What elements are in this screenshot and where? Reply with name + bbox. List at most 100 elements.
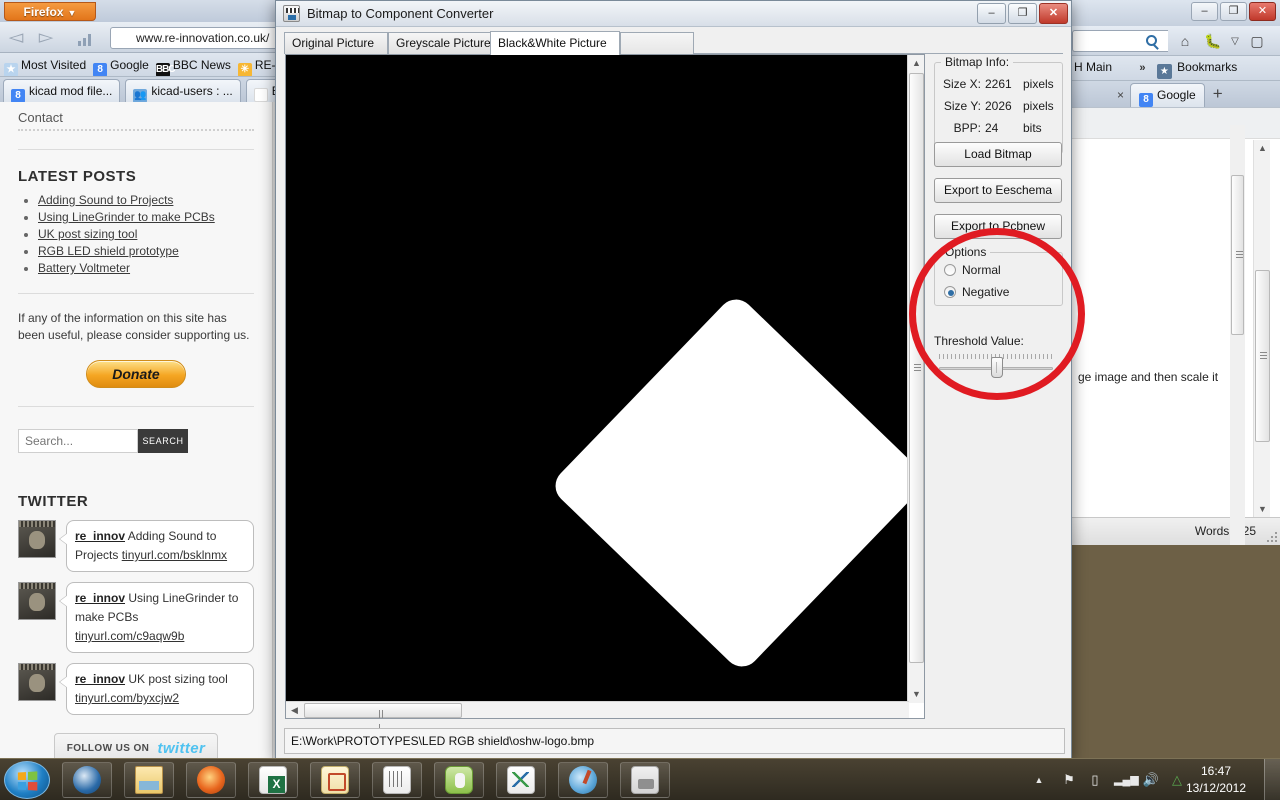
scroll-down-icon[interactable]: ▼ xyxy=(908,686,925,703)
load-bitmap-button[interactable]: Load Bitmap xyxy=(934,142,1062,167)
tweet-user[interactable]: re_innov xyxy=(75,591,125,605)
preview-horizontal-scrollbar[interactable]: ◀ xyxy=(286,701,909,732)
list-item[interactable]: Battery Voltmeter xyxy=(38,261,254,275)
radio-negative[interactable]: Negative xyxy=(944,285,1009,299)
network-icon[interactable]: ▂▄▆ xyxy=(1114,772,1139,788)
export-to-eeschema-button[interactable]: Export to Eeschema xyxy=(934,178,1062,203)
scroll-left-icon[interactable]: ◀ xyxy=(286,702,303,719)
scroll-up-icon[interactable]: ▲ xyxy=(908,55,925,72)
scroll-up-icon[interactable]: ▲ xyxy=(1254,140,1271,157)
scrollbar-thumb[interactable] xyxy=(909,73,924,663)
bookmark-google[interactable]: 8 Google xyxy=(93,56,149,76)
post-link[interactable]: Adding Sound to Projects xyxy=(38,193,173,207)
post-link[interactable]: Battery Voltmeter xyxy=(38,261,130,275)
post-link[interactable]: RGB LED shield prototype xyxy=(38,244,179,258)
tab-original-picture[interactable]: Original Picture xyxy=(284,32,388,54)
tab-black-white-picture[interactable]: Black&White Picture xyxy=(490,31,620,55)
taskbar-item-eeschema[interactable] xyxy=(372,762,422,798)
divider xyxy=(18,129,254,131)
search-icon[interactable] xyxy=(1146,35,1157,46)
tab-kicad-mod-file[interactable]: 8 kicad mod file... xyxy=(3,79,121,102)
new-tab-button[interactable]: + xyxy=(1205,82,1231,106)
nav-contact-link[interactable]: Contact xyxy=(18,102,254,125)
taskbar-item-windows-explorer[interactable] xyxy=(124,762,174,798)
scrollbar-thumb[interactable] xyxy=(304,703,462,732)
clock[interactable]: 16:47 13/12/2012 xyxy=(1174,763,1258,797)
list-item[interactable]: Using LineGrinder to make PCBs xyxy=(38,210,254,224)
radio-icon[interactable] xyxy=(944,286,956,298)
taskbar-item-excel[interactable] xyxy=(248,762,298,798)
show-desktop-button[interactable] xyxy=(1264,759,1280,800)
taskbar-item-paint[interactable] xyxy=(558,762,608,798)
scrollbar-thumb[interactable] xyxy=(1231,175,1244,335)
close-button[interactable]: ✕ xyxy=(1039,3,1068,24)
taskbar-item-green-app[interactable] xyxy=(434,762,484,798)
tweet-link[interactable]: tinyurl.com/byxcjw2 xyxy=(75,691,179,705)
home-icon[interactable]: ⌂ xyxy=(1174,32,1196,52)
bookmarks-label[interactable]: Bookmarks xyxy=(1177,60,1237,74)
bookmark-h-main[interactable]: H Main xyxy=(1074,60,1112,74)
list-item[interactable]: UK post sizing tool xyxy=(38,227,254,241)
action-center-flag-icon[interactable]: ⚑ xyxy=(1060,772,1078,788)
battery-icon[interactable]: ▯ xyxy=(1086,772,1104,788)
start-button[interactable] xyxy=(4,761,50,799)
tweet-user[interactable]: re_innov xyxy=(75,672,125,686)
evernote-icon[interactable]: ▢ xyxy=(1246,32,1268,52)
taskbar-item-pcbnew[interactable] xyxy=(496,762,546,798)
maximize-button[interactable]: ❐ xyxy=(1220,2,1247,21)
search-button[interactable]: SEARCH xyxy=(138,429,188,453)
forward-icon[interactable]: ▻ xyxy=(36,28,56,48)
firefox-window-left: Firefox ▼ ◅ ▻ www.re-innovation.co.uk/ ★ M… xyxy=(0,0,283,760)
tweet-link[interactable]: tinyurl.com/c9aqw9b xyxy=(75,629,184,643)
bpp-unit: bits xyxy=(1023,121,1042,135)
donate-button[interactable]: Donate xyxy=(86,360,186,388)
list-item[interactable]: Adding Sound to Projects xyxy=(38,193,254,207)
firefox-navbar: ◅ ▻ www.re-innovation.co.uk/ xyxy=(0,22,283,53)
bookmark-re-innovation[interactable]: ✳ RE- xyxy=(237,56,276,76)
taskbar-item-firefox[interactable] xyxy=(186,762,236,798)
taskbar-item-thunderbird[interactable] xyxy=(62,762,112,798)
post-link[interactable]: Using LineGrinder to make PCBs xyxy=(38,210,215,224)
bookmarks-overflow-icon[interactable]: » xyxy=(1139,62,1145,74)
tab-google[interactable]: 8 Google xyxy=(1130,83,1205,107)
post-link[interactable]: UK post sizing tool xyxy=(38,227,137,241)
taskbar-item-snipping-tool[interactable] xyxy=(620,762,670,798)
scrollbar-thumb[interactable] xyxy=(1255,270,1270,442)
thunderbird-icon xyxy=(73,766,101,794)
minimize-button[interactable]: – xyxy=(1191,2,1218,21)
bpp-label: BPP: xyxy=(953,121,981,135)
radio-icon[interactable] xyxy=(944,264,956,276)
address-bar[interactable]: www.re-innovation.co.uk/ xyxy=(110,27,283,49)
tab-greyscale-picture[interactable]: Greyscale Picture xyxy=(388,32,500,54)
bug-icon[interactable]: 🐛 xyxy=(1202,32,1224,52)
radio-normal[interactable]: Normal xyxy=(944,263,1001,277)
firefox-menu-button[interactable]: Firefox ▼ xyxy=(4,2,96,21)
preview-vertical-scrollbar[interactable]: ▲ ▼ xyxy=(907,55,924,703)
close-button[interactable]: ✕ xyxy=(1249,2,1276,21)
tweet-link[interactable]: tinyurl.com/bsklnmx xyxy=(122,548,227,562)
dialog-titlebar[interactable]: Bitmap to Component Converter – ❐ ✕ xyxy=(276,1,1071,27)
back-icon[interactable]: ◅ xyxy=(6,28,26,48)
scroll-down-icon[interactable]: ▼ xyxy=(1254,501,1271,518)
taskbar-item-kicad[interactable] xyxy=(310,762,360,798)
outer-page-scrollbar[interactable] xyxy=(1230,125,1245,545)
minimize-button[interactable]: – xyxy=(977,3,1006,24)
desktop: Firefox ▼ ◅ ▻ www.re-innovation.co.uk/ ★ M… xyxy=(0,0,1280,800)
bookmark-bbc-news[interactable]: BBCBBC News xyxy=(155,56,231,76)
bookmark-most-visited[interactable]: ★ Most Visited xyxy=(4,56,86,76)
tab-close-icon[interactable]: × xyxy=(1072,83,1130,107)
bitmap-preview[interactable] xyxy=(286,55,909,703)
search-input[interactable] xyxy=(18,429,138,453)
chevron-down-icon[interactable]: ▽ xyxy=(1224,32,1246,52)
maximize-button[interactable]: ❐ xyxy=(1008,3,1037,24)
show-hidden-icons-icon[interactable]: ▲ xyxy=(1030,772,1048,788)
threshold-slider-thumb[interactable] xyxy=(991,357,1003,378)
volume-icon[interactable]: 🔊 xyxy=(1142,772,1160,788)
document-scrollbar[interactable]: ▲ ▼ xyxy=(1253,140,1270,518)
resize-grip[interactable] xyxy=(1265,530,1277,542)
tab-kicad-users[interactable]: 👥 kicad-users : ... xyxy=(125,79,241,102)
export-to-pcbnew-button[interactable]: Export to Pcbnew xyxy=(934,214,1062,239)
follow-us-button[interactable]: FOLLOW US ON twitter xyxy=(53,733,219,760)
tweet-user[interactable]: re_innov xyxy=(75,529,125,543)
list-item[interactable]: RGB LED shield prototype xyxy=(38,244,254,258)
